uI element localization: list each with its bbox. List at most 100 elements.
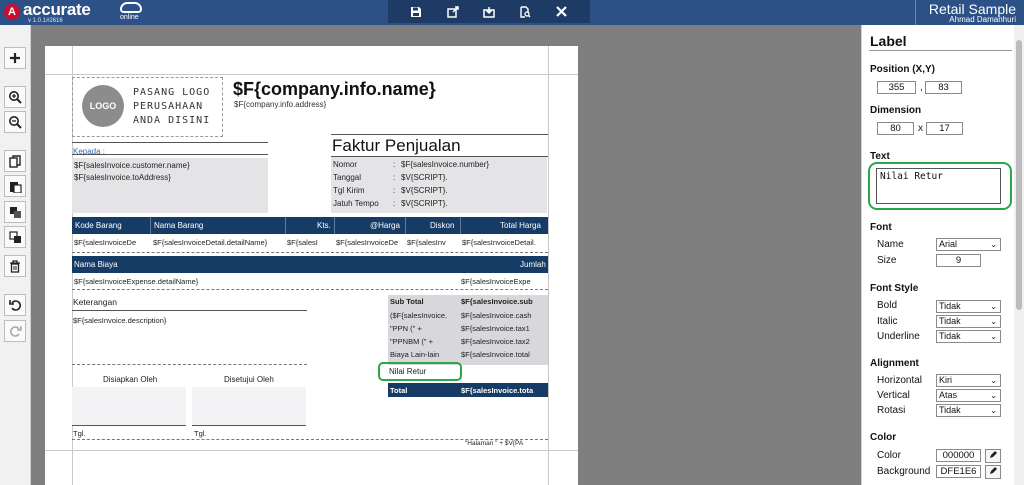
bring-to-front-button[interactable] (4, 201, 26, 223)
zoom-out-icon (9, 116, 22, 129)
info-value[interactable]: $V{SCRIPT}. (401, 199, 448, 208)
save-icon (411, 6, 422, 17)
pencil-icon (989, 451, 997, 458)
design-canvas[interactable]: LOGO PASANG LOGO PERUSAHAAN ANDA DISINI … (31, 25, 860, 485)
table-cell[interactable]: $F{salesInvoiceDe (336, 238, 405, 247)
delete-button[interactable] (4, 255, 26, 277)
app-logo[interactable]: A accurate online v 1.0.1#2616 (2, 0, 152, 24)
column-header[interactable]: Kode Barang (75, 221, 122, 230)
font-size-input[interactable]: 9 (936, 254, 981, 267)
column-divider (334, 217, 335, 234)
approved-by-label[interactable]: Disetujui Oleh (224, 375, 274, 384)
page-number-field[interactable]: "Halaman " + $V{PA (465, 440, 523, 447)
horizontal-label: Horizontal (877, 375, 923, 386)
signature-area[interactable] (192, 387, 306, 426)
position-y-input[interactable]: 83 (925, 81, 962, 94)
color-picker-button[interactable] (985, 449, 1001, 463)
summary-value[interactable]: $F{salesInvoice.tax1 (461, 324, 547, 333)
summary-value[interactable]: $F{salesInvoice.cash (461, 311, 547, 320)
description-field[interactable]: $F{salesInvoice.description} (73, 316, 166, 325)
info-value[interactable]: $V{SCRIPT}. (401, 173, 448, 182)
table-cell[interactable]: $F{salesInv (407, 238, 460, 247)
designer-toolbar (388, 0, 590, 23)
import-button[interactable] (480, 3, 498, 21)
signature-line (192, 425, 306, 426)
summary-label[interactable]: "PPNBM (" + (390, 337, 460, 346)
rotasi-select[interactable]: Tidak ⌄ (936, 404, 1001, 417)
keterangan-label[interactable]: Keterangan (73, 297, 117, 307)
customer-name-field[interactable]: $F{salesInvoice.customer.name} (72, 158, 268, 172)
column-header[interactable]: Diskon (430, 221, 454, 230)
total-label[interactable]: Total (390, 386, 460, 395)
paste-button[interactable] (4, 175, 26, 197)
text-input[interactable]: Nilai Retur (876, 168, 1001, 204)
redo-button[interactable] (4, 320, 26, 342)
underline-select[interactable]: Tidak ⌄ (936, 330, 1001, 343)
column-header[interactable]: Jumlah (520, 260, 546, 269)
report-page[interactable]: LOGO PASANG LOGO PERUSAHAAN ANDA DISINI … (45, 46, 578, 485)
table-cell[interactable]: $F{salesInvoiceExpense.detailName} (74, 277, 454, 286)
preview-button[interactable] (516, 3, 534, 21)
width-input[interactable]: 80 (877, 122, 914, 135)
logo-placeholder[interactable]: LOGO PASANG LOGO PERUSAHAAN ANDA DISINI (72, 77, 223, 137)
summary-value[interactable]: $F{salesInvoice.sub (461, 297, 547, 306)
summary-value[interactable]: $F{salesInvoice.total (461, 350, 547, 359)
close-button[interactable] (553, 3, 571, 21)
column-header[interactable]: @Harga (370, 221, 400, 230)
height-input[interactable]: 17 (926, 122, 963, 135)
color-input[interactable]: 000000 (936, 449, 981, 462)
invoice-title[interactable]: Faktur Penjualan (332, 136, 461, 156)
copy-button[interactable] (4, 150, 26, 172)
date-label[interactable]: Tgl. (73, 429, 86, 438)
dashed-divider (72, 289, 548, 290)
table-cell[interactable]: $F{salesInvoiceDetail.detailName} (153, 238, 285, 247)
prepared-by-label[interactable]: Disiapkan Oleh (103, 375, 157, 384)
summary-label[interactable]: ($F{salesInvoice. (390, 311, 460, 320)
horizontal-select[interactable]: Kiri ⌄ (936, 374, 1001, 387)
company-name-field[interactable]: $F{company.info.name} (233, 79, 436, 100)
summary-label[interactable]: Biaya Lain-lain (390, 350, 460, 359)
nilai-retur-label-selected[interactable]: Nilai Retur (378, 362, 462, 381)
background-picker-button[interactable] (985, 465, 1001, 479)
zoom-out-button[interactable] (4, 111, 26, 133)
bold-select[interactable]: Tidak ⌄ (936, 300, 1001, 313)
info-label: Tgl Kirim (333, 186, 365, 195)
export-button[interactable] (444, 3, 462, 21)
send-to-back-button[interactable] (4, 226, 26, 248)
to-address-field[interactable]: $F{salesInvoice.toAddress} (72, 172, 268, 184)
kepada-label[interactable]: Kepada : (73, 147, 105, 156)
info-value[interactable]: $V{SCRIPT}. (401, 186, 448, 195)
background-input[interactable]: DFE1E6 (936, 465, 981, 478)
column-header[interactable]: Total Harga (500, 221, 541, 230)
position-label: Position (X,Y) (870, 64, 935, 75)
position-x-input[interactable]: 355 (877, 81, 916, 94)
summary-label[interactable]: Sub Total (390, 297, 460, 306)
column-header[interactable]: Nama Barang (154, 221, 203, 230)
vertical-select[interactable]: Atas ⌄ (936, 389, 1001, 402)
italic-select[interactable]: Tidak ⌄ (936, 315, 1001, 328)
text-label: Text (870, 151, 890, 162)
table-cell[interactable]: $F{salesInvoiceDe (74, 238, 150, 247)
add-element-button[interactable] (4, 47, 26, 69)
column-header[interactable]: Nama Biaya (74, 260, 118, 269)
redo-icon (9, 325, 22, 337)
invoice-info-box[interactable]: Nomor : $F{salesInvoice.number} Tanggal … (331, 157, 547, 213)
total-value[interactable]: $F{salesInvoice.tota (461, 386, 547, 395)
undo-button[interactable] (4, 294, 26, 316)
customer-box[interactable]: $F{salesInvoice.customer.name} $F{salesI… (72, 158, 268, 213)
scrollbar-thumb[interactable] (1016, 40, 1022, 310)
save-button[interactable] (407, 3, 425, 21)
summary-value[interactable]: $F{salesInvoice.tax2 (461, 337, 547, 346)
zoom-in-button[interactable] (4, 86, 26, 108)
table-cell[interactable]: $F{salesI (287, 238, 334, 247)
font-name-select[interactable]: Arial ⌄ (936, 238, 1001, 251)
signature-area[interactable] (72, 387, 186, 426)
info-value[interactable]: $F{salesInvoice.number} (401, 160, 489, 169)
table-cell[interactable]: $F{salesInvoiceDetail. (462, 238, 548, 247)
chevron-down-icon: ⌄ (990, 317, 997, 326)
column-header[interactable]: Kts. (317, 221, 331, 230)
date-label[interactable]: Tgl. (194, 429, 207, 438)
company-address-field[interactable]: $F{company.info.address} (234, 100, 326, 109)
table-cell[interactable]: $F{salesInvoiceExpe (461, 277, 548, 286)
summary-label[interactable]: "PPN (" + (390, 324, 460, 333)
